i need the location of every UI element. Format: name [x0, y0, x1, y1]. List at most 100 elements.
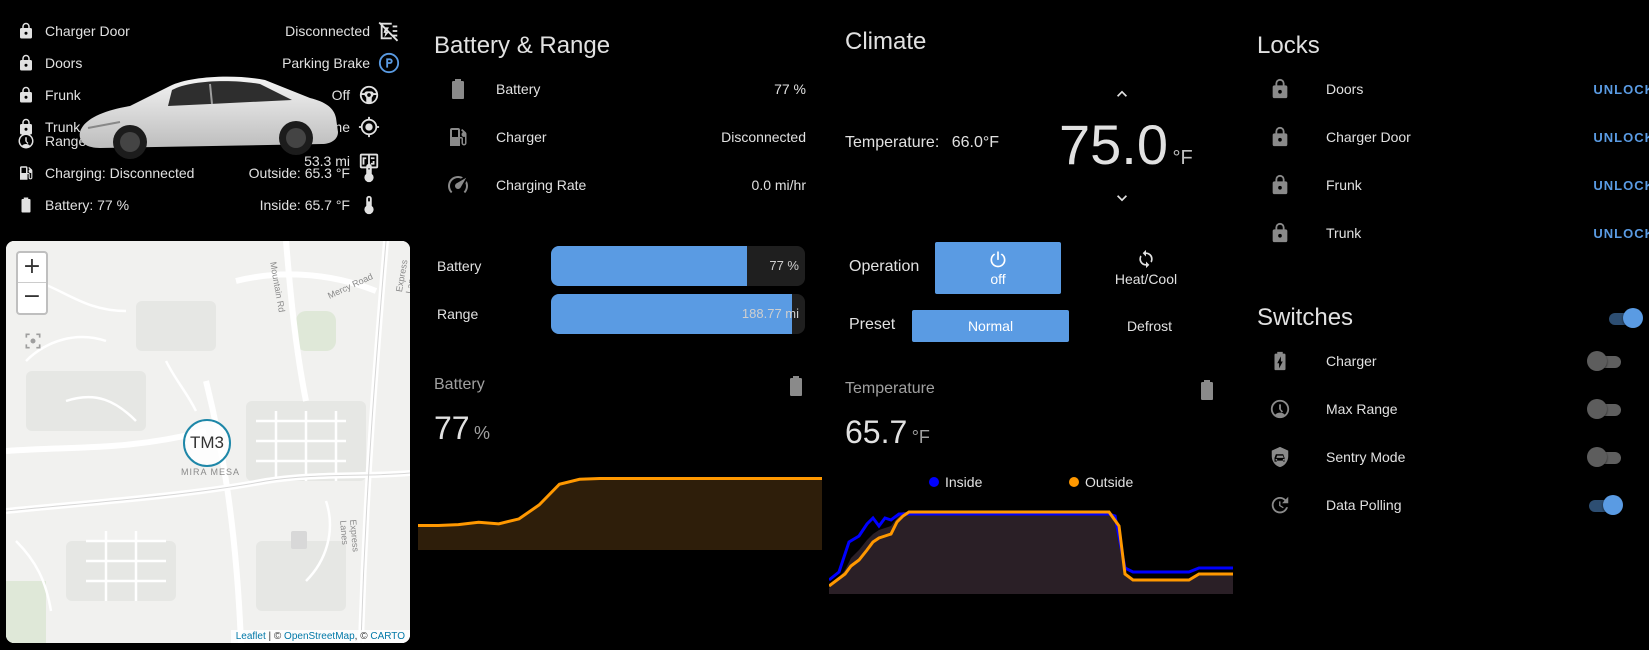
battery-icon — [789, 376, 802, 397]
current-temperature: Temperature: 66.0°F — [845, 134, 999, 152]
sensor-title: Temperature — [845, 380, 935, 397]
status-label: Inside: 65.7 °F — [259, 197, 350, 213]
power-icon — [990, 251, 1006, 268]
switch-toggle-data-polling[interactable] — [1587, 495, 1623, 515]
temperature-sensor-card[interactable]: Temperature 65.7 °F Inside Outside — [829, 374, 1233, 594]
battery-icon — [21, 197, 31, 213]
status-outside-temp[interactable]: Outside: 65.3 °F — [249, 162, 380, 184]
lock-label: Doors — [1326, 81, 1364, 97]
status-charger-door[interactable]: Charger Door — [17, 20, 130, 42]
switch-toggle-sentry-mode[interactable] — [1587, 447, 1623, 467]
unlock-button[interactable]: UNLOCK — [1593, 178, 1649, 193]
card-title: Switches — [1257, 304, 1354, 331]
current-temp-value: 66.0°F — [951, 134, 1000, 151]
legend-dot — [1069, 477, 1079, 487]
battery-range-card: Battery & Range Battery 77 % Charger Dis… — [434, 0, 806, 240]
legend-inside[interactable]: Inside — [929, 474, 982, 490]
update-icon — [1271, 496, 1289, 514]
mode-heat-cool-button[interactable]: Heat/Cool — [1083, 242, 1209, 294]
mode-off-button[interactable]: off — [935, 242, 1061, 294]
status-label: Doors — [45, 55, 83, 71]
status-label: Battery: 77 % — [45, 197, 130, 213]
preset-defrost-button[interactable]: Defrost — [1071, 310, 1228, 342]
unlock-button[interactable]: UNLOCK — [1593, 130, 1649, 145]
status-inside-temp[interactable]: Inside: 65.7 °F — [260, 194, 380, 216]
temp-area — [829, 512, 1233, 594]
entity-value: Disconnected — [721, 129, 806, 145]
status-label: Parking Brake — [282, 55, 370, 71]
target-temp-unit: °F — [1172, 147, 1193, 169]
sync-icon — [1139, 249, 1153, 269]
sensor-title: Battery — [434, 376, 485, 393]
chevron-down-icon[interactable] — [1112, 188, 1132, 208]
lock-icon — [1272, 222, 1288, 243]
osm-link[interactable]: OpenStreetMap — [284, 631, 355, 642]
gauge-icon — [1270, 399, 1290, 419]
locks-card: Locks Doors UNLOCK Charger Door UNLOCK F… — [1257, 0, 1649, 260]
battery-icon — [1200, 380, 1213, 401]
lock-row-doors[interactable]: Doors UNLOCK — [1269, 69, 1649, 109]
bar-value: 77 % — [769, 258, 799, 273]
bar-label: Range — [437, 306, 479, 322]
preset-label: Preset — [849, 316, 896, 333]
entity-row-charging-rate[interactable]: Charging Rate 0.0 mi/hr — [446, 165, 806, 205]
lock-label: Frunk — [1326, 177, 1362, 193]
lock-icon — [1272, 78, 1288, 99]
chevron-up-icon[interactable] — [1112, 84, 1132, 104]
preset-normal-button[interactable]: Normal — [912, 310, 1069, 342]
status-charger-cable[interactable]: Disconnected — [285, 20, 400, 42]
zoom-control: + − — [16, 251, 48, 315]
switches-header-toggle[interactable] — [1607, 308, 1643, 328]
leaflet-link[interactable]: Leaflet — [236, 631, 266, 642]
entity-row-battery[interactable]: Battery 77 % — [446, 69, 806, 109]
bar-range: Range 188.77 mi — [437, 294, 805, 334]
lock-icon — [20, 22, 32, 39]
attribution-sep: | © — [265, 631, 285, 642]
battery-icon — [451, 79, 464, 100]
legend-outside[interactable]: Outside — [1069, 474, 1133, 490]
zoom-in-button[interactable]: + — [18, 253, 46, 283]
lock-row-charger-door[interactable]: Charger Door UNLOCK — [1269, 117, 1649, 157]
mode-label: Heat/Cool — [1114, 271, 1178, 287]
locate-icon[interactable] — [23, 331, 43, 351]
battery-area — [418, 478, 822, 550]
lock-icon — [20, 86, 32, 103]
ev-station-icon — [20, 166, 33, 180]
operation-label: Operation — [849, 258, 920, 275]
sensor-unit: % — [474, 423, 491, 443]
current-temp-label: Temperature: — [845, 134, 940, 151]
sensor-value: 77 — [434, 410, 470, 446]
unlock-button[interactable]: UNLOCK — [1593, 226, 1649, 241]
entity-value: 0.0 mi/hr — [751, 177, 806, 193]
card-title: Locks — [1257, 32, 1320, 59]
vehicle-marker[interactable]: TM3 — [183, 419, 231, 467]
entity-label: Charger — [496, 129, 547, 145]
bar-fill — [551, 246, 747, 286]
status-battery[interactable]: Battery: 77 % — [17, 194, 129, 216]
carto-link[interactable]: CARTO — [370, 631, 405, 642]
bar-track: 77 % — [551, 246, 805, 286]
status-charging[interactable]: Charging: Disconnected — [17, 162, 194, 184]
parking-brake-icon — [378, 52, 400, 74]
legend-label: Inside — [945, 474, 983, 490]
car-status-card: Charger Door Doors Frunk Trunk Range: 18… — [0, 0, 410, 225]
battery-history-graph — [418, 476, 822, 550]
lock-row-trunk[interactable]: Trunk UNLOCK — [1269, 213, 1649, 253]
unlock-button[interactable]: UNLOCK — [1593, 82, 1649, 97]
map[interactable]: Mountain Rd Mercy Road Express Lanes Exp… — [6, 241, 410, 643]
switch-toggle-max-range[interactable] — [1587, 399, 1623, 419]
car-image — [79, 76, 339, 159]
bar-value: 188.77 mi — [741, 306, 799, 321]
entity-value: 77 % — [774, 81, 806, 97]
lock-row-frunk[interactable]: Frunk UNLOCK — [1269, 165, 1649, 205]
thermometer-icon — [364, 195, 374, 215]
crosshairs-gps-icon — [358, 116, 380, 138]
thermometer-icon — [364, 163, 374, 183]
entity-row-charger[interactable]: Charger Disconnected — [446, 117, 806, 157]
switches-card: Switches Charger Max Range Sentry Mode D… — [1257, 290, 1649, 530]
battery-sensor-card[interactable]: Battery 77 % — [418, 370, 822, 550]
switch-toggle-charger[interactable] — [1587, 351, 1623, 371]
switch-label: Charger — [1326, 353, 1377, 369]
zoom-out-button[interactable]: − — [18, 283, 46, 313]
lock-icon — [1272, 174, 1288, 195]
